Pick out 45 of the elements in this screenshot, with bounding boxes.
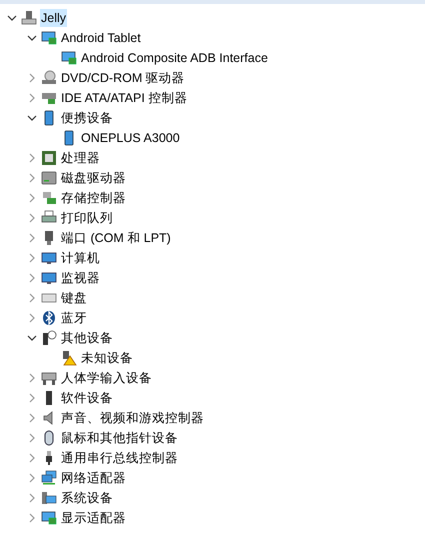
tree-item[interactable]: 打印队列 [60, 209, 114, 227]
disk-drive-icon [41, 170, 57, 186]
tree-item[interactable]: ONEPLUS A3000 [80, 129, 181, 147]
computer-icon [21, 10, 37, 26]
warning-icon [61, 350, 77, 366]
display-adapter-icon [41, 510, 57, 526]
tree-item[interactable]: 监视器 [60, 269, 101, 287]
tree-item[interactable]: 显示适配器 [60, 509, 127, 527]
monitor-icon [61, 50, 77, 66]
tree-item[interactable]: Android Tablet [60, 29, 142, 47]
tree-item[interactable]: 蓝牙 [60, 309, 88, 327]
chevron-icon[interactable] [27, 333, 37, 343]
tree-item[interactable]: 未知设备 [80, 349, 134, 367]
monitor-icon [41, 270, 57, 286]
monitor-icon [41, 30, 57, 46]
tree-item[interactable]: 声音、视频和游戏控制器 [60, 409, 205, 427]
tree-item[interactable]: 键盘 [60, 289, 88, 307]
tree-item[interactable]: 磁盘驱动器 [60, 169, 127, 187]
chevron-icon[interactable] [7, 13, 17, 23]
tree-item[interactable]: 人体学输入设备 [60, 369, 153, 387]
tree-item[interactable]: 端口 (COM 和 LPT) [60, 229, 172, 247]
tree-item[interactable]: 处理器 [60, 149, 101, 167]
bluetooth-icon [41, 310, 57, 326]
tree-item[interactable]: 存储控制器 [60, 189, 127, 207]
network-icon [41, 470, 57, 486]
tree-item[interactable]: 便携设备 [60, 109, 114, 127]
tree-item[interactable]: 网络适配器 [60, 469, 127, 487]
tree-item[interactable]: 计算机 [60, 249, 101, 267]
tree-item[interactable]: 系统设备 [60, 489, 114, 507]
storage-controller-icon [41, 190, 57, 206]
chevron-icon[interactable] [27, 33, 37, 43]
system-icon [41, 490, 57, 506]
tree-item[interactable]: 其他设备 [60, 329, 114, 347]
disc-drive-icon [41, 70, 57, 86]
controller-icon [41, 90, 57, 106]
chip-icon [41, 150, 57, 166]
tree-item[interactable]: 鼠标和其他指针设备 [60, 429, 179, 447]
chevron-icon[interactable] [27, 113, 37, 123]
tree-item[interactable]: 通用串行总线控制器 [60, 449, 179, 467]
tree-item[interactable]: 软件设备 [60, 389, 114, 407]
tree-item[interactable]: IDE ATA/ATAPI 控制器 [60, 89, 188, 107]
tree-item[interactable]: DVD/CD-ROM 驱动器 [60, 69, 186, 87]
monitor-icon [41, 250, 57, 266]
tree-item[interactable]: Android Composite ADB Interface [80, 49, 269, 67]
tree-item[interactable]: Jelly [40, 9, 68, 27]
